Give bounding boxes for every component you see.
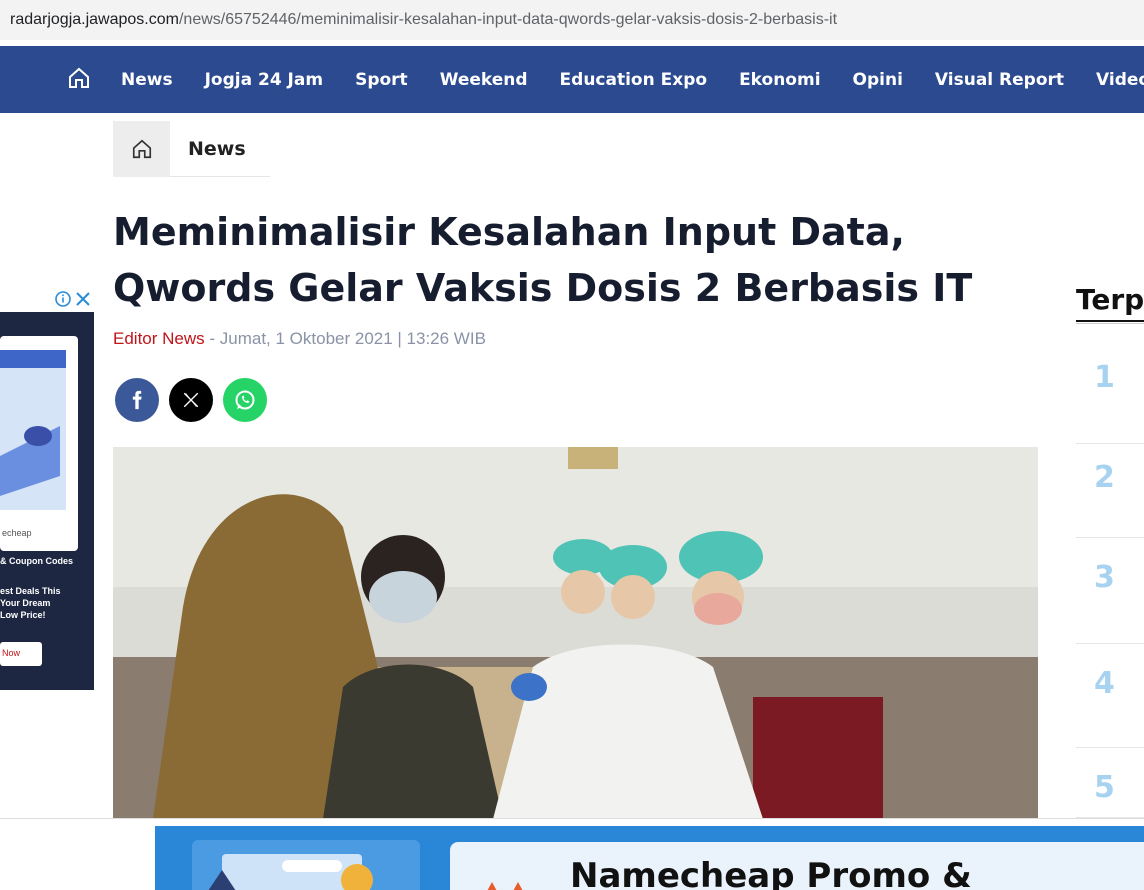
ad-cta-button[interactable]: Now: [0, 642, 42, 666]
close-icon: [76, 292, 90, 306]
nav-item-education-expo[interactable]: Education Expo: [544, 70, 724, 90]
breadcrumb-news-link[interactable]: News: [170, 121, 270, 176]
whatsapp-share-button[interactable]: [223, 378, 267, 422]
article-hero-image: [113, 447, 1038, 819]
article-title: Meminimalisir Kesalahan Input Data, Qwor…: [113, 210, 973, 310]
rank-number: 3: [1094, 560, 1115, 595]
nav-item-weekend[interactable]: Weekend: [424, 70, 544, 90]
address-bar[interactable]: radarjogja.jawapos.com/news/65752446/mem…: [0, 0, 1144, 40]
facebook-share-button[interactable]: [115, 378, 159, 422]
main-nav: News Jogja 24 Jam Sport Weekend Educatio…: [0, 46, 1144, 113]
rank-number: 5: [1094, 770, 1115, 805]
ad-line-2: est Deals This: [0, 586, 61, 596]
popular-item[interactable]: 2: [1076, 444, 1144, 538]
home-icon[interactable]: [67, 66, 91, 90]
nav-item-sport[interactable]: Sport: [339, 70, 424, 90]
ad-line-1: & Coupon Codes: [0, 556, 73, 566]
sidebar-title: Terp: [1076, 283, 1144, 316]
nav-item-ekonomi[interactable]: Ekonomi: [723, 70, 836, 90]
rank-number: 2: [1094, 460, 1115, 495]
popular-item[interactable]: 4: [1076, 644, 1144, 748]
ad-frame: echeap & Coupon Codes est Deals This You…: [0, 312, 94, 690]
ad-illustration: [192, 840, 420, 890]
facebook-icon: [132, 390, 142, 410]
meta-separator: -: [204, 329, 220, 348]
article-author[interactable]: Editor News: [113, 329, 205, 348]
bottom-ad[interactable]: Namecheap Promo &: [155, 826, 1144, 890]
ad-choice-icons[interactable]: [54, 290, 94, 312]
share-buttons: [115, 378, 267, 422]
ad-headline: Namecheap Promo &: [570, 856, 972, 890]
nav-items: News Jogja 24 Jam Sport Weekend Educatio…: [105, 46, 1144, 113]
x-share-button[interactable]: [169, 378, 213, 422]
sidebar-divider: [1076, 320, 1144, 324]
nav-item-jogja-24-jam[interactable]: Jogja 24 Jam: [189, 70, 339, 90]
rank-number: 1: [1094, 360, 1115, 395]
ad-brand: echeap: [2, 528, 32, 538]
article-meta: Editor News - Jumat, 1 Oktober 2021 | 13…: [113, 329, 486, 349]
url-domain: radarjogja.jawapos.com: [10, 11, 179, 28]
ad-line-3: Your Dream: [0, 598, 51, 608]
rank-number: 4: [1094, 666, 1115, 701]
popular-item[interactable]: 1: [1076, 340, 1144, 444]
ad-line-4: Low Price!: [0, 610, 46, 620]
breadcrumb: News: [113, 121, 270, 177]
breadcrumb-home-icon[interactable]: [113, 121, 170, 177]
url-path: /news/65752446/meminimalisir-kesalahan-i…: [178, 11, 838, 28]
article-date: Jumat, 1 Oktober 2021 | 13:26 WIB: [219, 329, 486, 348]
x-icon: [183, 392, 199, 408]
info-icon: [55, 291, 71, 307]
nav-item-visual-report[interactable]: Visual Report: [919, 70, 1080, 90]
ad-card: echeap: [0, 336, 78, 551]
nav-item-video[interactable]: Video: [1080, 70, 1144, 90]
nav-item-opini[interactable]: Opini: [837, 70, 919, 90]
popular-item[interactable]: 3: [1076, 538, 1144, 644]
popular-item[interactable]: 5: [1076, 748, 1144, 818]
nav-item-news[interactable]: News: [105, 70, 189, 90]
left-ad[interactable]: echeap & Coupon Codes est Deals This You…: [0, 290, 94, 690]
whatsapp-icon: [235, 390, 255, 410]
